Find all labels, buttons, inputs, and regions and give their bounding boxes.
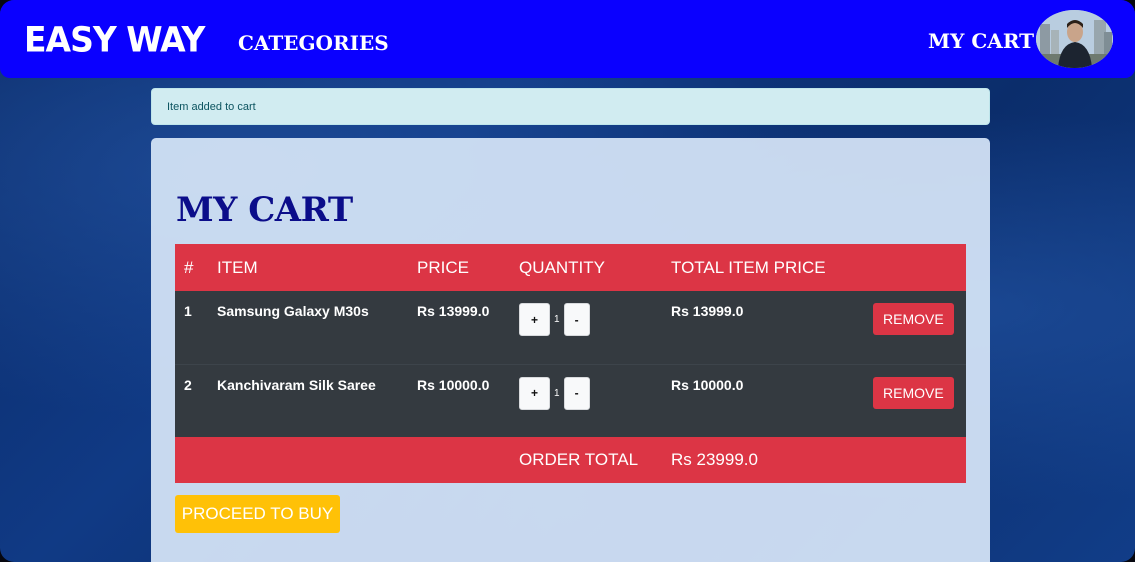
header-item: ITEM — [217, 257, 258, 277]
cart-card: MY CART # ITEM PRICE QUANTITY TOTAL ITEM… — [151, 138, 990, 562]
header-price: PRICE — [417, 257, 469, 277]
quantity-increase-button[interactable]: + — [519, 376, 550, 410]
remove-button[interactable]: REMOVE — [873, 303, 954, 335]
page-title: MY CART — [176, 190, 353, 230]
table-row: 2 Kanchivaram Silk Saree Rs 10000.0 + 1 … — [175, 363, 966, 437]
header-total-item-price: TOTAL ITEM PRICE — [671, 257, 826, 277]
quantity-decrease-button[interactable]: - — [563, 376, 590, 410]
row-actions: REMOVE — [846, 291, 966, 364]
row-index: 1 — [184, 303, 192, 319]
proceed-to-buy-button[interactable]: PROCEED TO BUY — [175, 495, 340, 533]
brand-logo[interactable]: EASY WAY — [24, 19, 205, 60]
table-header-row: # ITEM PRICE QUANTITY TOTAL ITEM PRICE — [175, 244, 966, 291]
remove-button[interactable]: REMOVE — [873, 376, 954, 409]
row-price: Rs 13999.0 — [417, 303, 490, 319]
avatar-photo-icon — [1036, 10, 1113, 68]
order-total-label: ORDER TOTAL — [519, 450, 639, 469]
alert-item-added: Item added to cart — [151, 88, 990, 125]
order-total-value: Rs 23999.0 — [671, 450, 758, 469]
row-total-item-price: Rs 10000.0 — [662, 363, 846, 437]
cart-table: # ITEM PRICE QUANTITY TOTAL ITEM PRICE 1… — [175, 244, 966, 483]
avatar[interactable] — [1036, 10, 1113, 68]
header-actions — [846, 244, 966, 291]
quantity-stepper: + 1 - — [519, 303, 653, 336]
row-total-item-price: Rs 13999.0 — [671, 303, 744, 319]
row-index: 2 — [175, 363, 208, 437]
quantity-value: 1 — [554, 387, 560, 399]
row-price: Rs 10000.0 — [408, 363, 510, 437]
row-item-name: Samsung Galaxy M30s — [217, 303, 369, 319]
row-actions: REMOVE — [846, 363, 966, 437]
navbar: EASY WAY CATEGORIES MY CART — [0, 0, 1135, 78]
quantity-value: 1 — [554, 314, 560, 325]
quantity-stepper: + 1 - — [519, 376, 653, 410]
quantity-increase-button[interactable]: + — [519, 303, 550, 336]
table-row: 1 Samsung Galaxy M30s Rs 13999.0 + 1 - R… — [175, 291, 966, 364]
row-quantity: + 1 - — [510, 291, 662, 364]
header-index: # — [184, 257, 194, 277]
order-total-row: ORDER TOTAL Rs 23999.0 — [175, 437, 966, 483]
row-quantity: + 1 - — [510, 363, 662, 437]
nav-my-cart-link[interactable]: MY CART — [928, 29, 1034, 53]
row-item-name: Kanchivaram Silk Saree — [208, 363, 408, 437]
header-quantity: QUANTITY — [519, 257, 605, 277]
quantity-decrease-button[interactable]: - — [563, 303, 590, 336]
nav-categories-link[interactable]: CATEGORIES — [238, 31, 389, 55]
